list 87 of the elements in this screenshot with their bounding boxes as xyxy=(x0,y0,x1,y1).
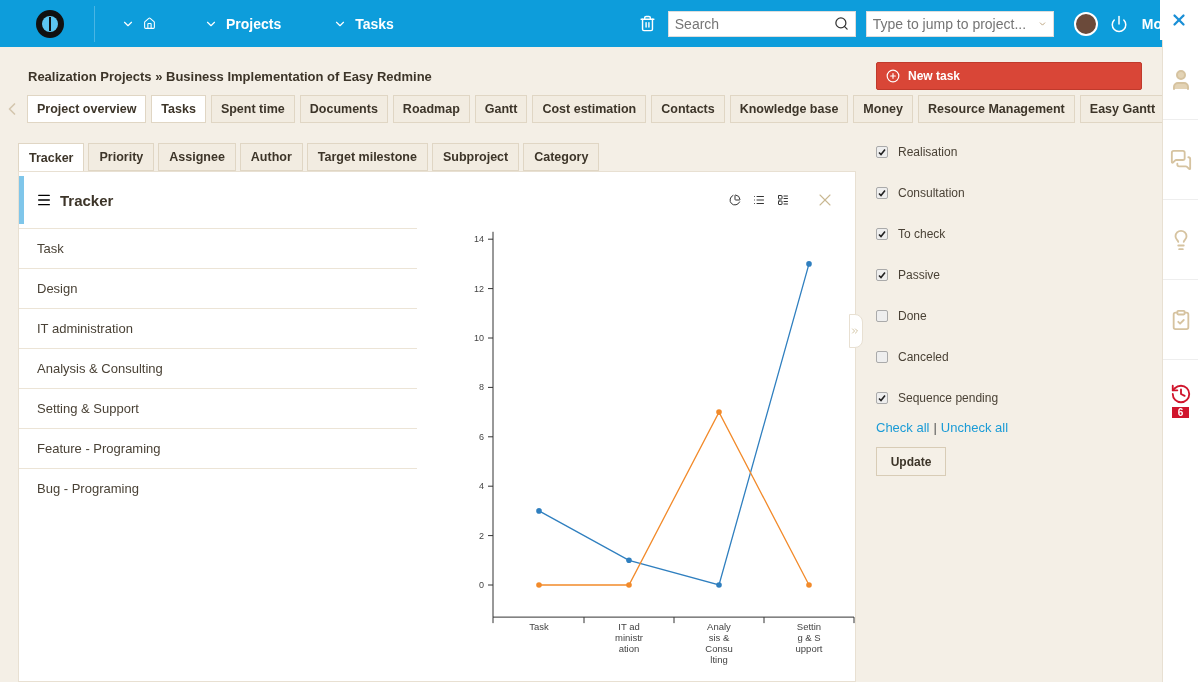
status-checkbox-row[interactable]: Passive xyxy=(876,254,1162,295)
project-tab[interactable]: Contacts xyxy=(651,95,725,123)
pie-chart-icon[interactable] xyxy=(729,194,741,206)
data-point xyxy=(806,261,812,267)
logo-icon[interactable] xyxy=(36,9,64,38)
checkmark-icon xyxy=(878,393,886,402)
history-icon xyxy=(1169,382,1192,405)
x-tick-label: Setting & Support xyxy=(795,621,823,654)
checkmark-icon xyxy=(878,270,886,279)
checkmark-icon xyxy=(878,188,886,197)
data-point xyxy=(536,582,542,588)
tracker-item[interactable]: Task xyxy=(19,228,417,268)
y-tick-label: 8 xyxy=(479,382,484,393)
y-tick-label: 10 xyxy=(474,333,484,343)
x-tick-label: IT administration xyxy=(615,621,643,654)
tracker-item[interactable]: Design xyxy=(19,268,417,308)
checkbox[interactable] xyxy=(876,186,888,199)
expand-handle[interactable] xyxy=(849,314,863,348)
avatar[interactable] xyxy=(1073,11,1098,36)
chat-icon xyxy=(1169,148,1192,171)
trash-icon[interactable] xyxy=(638,15,656,32)
status-checkbox-row[interactable]: Consultation xyxy=(876,172,1162,213)
checkbox[interactable] xyxy=(876,145,888,158)
data-point xyxy=(536,508,542,514)
data-point xyxy=(716,582,722,588)
checkmark-icon xyxy=(878,229,886,238)
tracker-item[interactable]: Setting & Support xyxy=(19,388,417,428)
group-tab[interactable]: Priority xyxy=(88,143,155,171)
project-tab[interactable]: Cost estimation xyxy=(532,95,647,123)
power-icon[interactable] xyxy=(1109,14,1128,33)
menu-icon[interactable] xyxy=(36,192,52,208)
project-tab[interactable]: Spent time xyxy=(210,95,295,123)
status-checkbox-row[interactable]: To check xyxy=(876,213,1162,254)
tracker-item[interactable]: Feature - Programing xyxy=(19,428,417,468)
group-tab[interactable]: Target milestone xyxy=(306,143,428,171)
home-icon xyxy=(143,17,156,30)
update-button[interactable]: Update xyxy=(876,447,946,476)
list-icon[interactable] xyxy=(753,194,765,206)
status-checkbox-row[interactable]: Realisation xyxy=(876,131,1162,172)
breadcrumb: Realization Projects » Business Implementation of Easy Redmine xyxy=(28,68,432,84)
group-tab[interactable]: Subproject xyxy=(431,143,520,171)
project-tab[interactable]: Money xyxy=(853,95,913,123)
group-tab[interactable]: Author xyxy=(239,143,303,171)
checkbox[interactable] xyxy=(876,268,888,281)
y-tick-label: 14 xyxy=(474,234,484,245)
group-tab[interactable]: Assignee xyxy=(158,143,236,171)
checkbox[interactable] xyxy=(876,391,888,404)
group-tab[interactable]: Tracker xyxy=(18,143,85,171)
separator: | xyxy=(933,420,937,435)
checkbox[interactable] xyxy=(876,227,888,240)
project-tab[interactable]: Roadmap xyxy=(392,95,470,123)
search-icon xyxy=(833,16,849,31)
new-task-button[interactable]: New task xyxy=(876,62,1142,90)
layout-icon[interactable] xyxy=(777,194,789,206)
checkbox[interactable] xyxy=(876,350,888,363)
data-point xyxy=(626,582,632,588)
project-jump-field[interactable]: Type to jump to project... xyxy=(865,10,1054,37)
y-tick-label: 12 xyxy=(474,283,484,294)
y-tick-label: 6 xyxy=(479,431,484,442)
tracker-item[interactable]: Analysis & Consulting xyxy=(19,348,417,388)
tracker-item[interactable]: Bug - Programing xyxy=(19,468,417,508)
count-badge: 6 xyxy=(1171,406,1190,418)
y-tick-label: 4 xyxy=(479,481,484,492)
status-checkbox-row[interactable]: Done xyxy=(876,295,1162,336)
tracker-item[interactable]: IT administration xyxy=(19,308,417,348)
project-tab[interactable]: Gantt xyxy=(474,95,528,123)
project-tab[interactable]: Easy Gantt xyxy=(1079,95,1162,123)
data-point xyxy=(626,557,632,564)
y-tick-label: 0 xyxy=(479,580,484,590)
project-tab[interactable]: Knowledge base xyxy=(729,95,849,123)
checkmark-icon xyxy=(878,147,886,156)
search-field[interactable]: Search xyxy=(667,10,856,37)
x-tick-label: Analysis & Consulting xyxy=(705,621,733,665)
checkbox[interactable] xyxy=(876,309,888,322)
plus-icon xyxy=(886,69,900,83)
status-checkbox-row[interactable]: Sequence pending xyxy=(876,377,1162,418)
project-tab[interactable]: Documents xyxy=(299,95,388,123)
data-point xyxy=(806,582,812,588)
y-tick-label: 2 xyxy=(479,530,484,541)
status-checkbox-row[interactable]: Canceled xyxy=(876,336,1162,377)
group-tab[interactable]: Category xyxy=(523,143,600,171)
panel-title: Tracker xyxy=(60,191,114,209)
project-tab[interactable]: Project overview xyxy=(27,95,147,123)
project-tab[interactable]: Resource Management xyxy=(917,95,1075,123)
x-tick-label: Task xyxy=(528,621,550,632)
project-tab[interactable]: Tasks xyxy=(151,95,206,123)
data-point xyxy=(716,409,722,415)
